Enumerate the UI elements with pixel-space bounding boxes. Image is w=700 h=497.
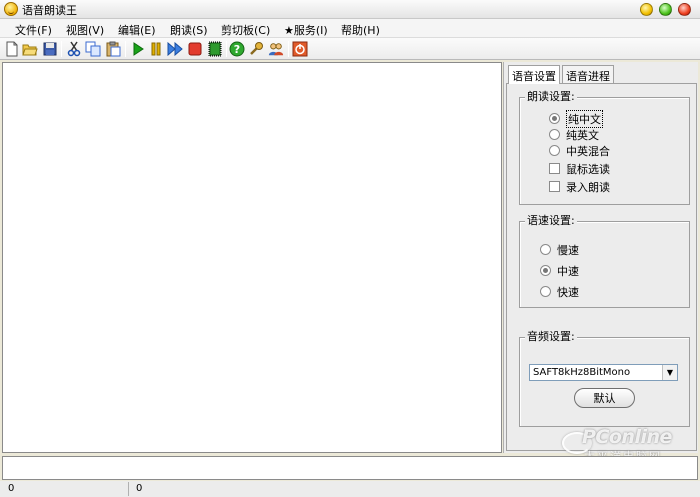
stop-icon[interactable] — [187, 41, 203, 57]
new-file-icon[interactable] — [4, 41, 20, 57]
speed-settings-group: 语速设置: 慢速 中速 快速 — [519, 214, 690, 308]
status-left-value: 0 — [8, 483, 15, 494]
radio-button[interactable] — [540, 244, 551, 255]
tab-voice-settings[interactable]: 语音设置 — [508, 65, 560, 84]
toolbar-separator — [61, 41, 62, 57]
option-slow[interactable]: 慢速 — [540, 242, 579, 257]
radio-button[interactable] — [549, 145, 560, 156]
settings-panel: 语音设置 语音进程 朗读设置: 纯中文 纯英文 中英混合 鼠标选读 录入朗读 语… — [503, 62, 698, 453]
option-input-read[interactable]: 录入朗读 — [549, 179, 610, 194]
option-label: 录入朗读 — [566, 180, 610, 194]
audio-format-select[interactable]: SAFT8kHz8BitMono ▼ — [529, 364, 678, 381]
radio-button[interactable] — [540, 286, 551, 297]
option-label: 快速 — [557, 285, 579, 299]
tab-content: 朗读设置: 纯中文 纯英文 中英混合 鼠标选读 录入朗读 语速设置: 慢速 中速… — [506, 83, 697, 451]
pause-icon[interactable] — [148, 41, 164, 57]
audio-format-value: SAFT8kHz8BitMono — [533, 367, 631, 378]
option-mixed[interactable]: 中英混合 — [549, 143, 610, 158]
menu-read[interactable]: 朗读(S) — [170, 22, 208, 38]
toolbar-separator — [226, 41, 227, 57]
settings-icon[interactable] — [248, 41, 264, 57]
record-icon[interactable] — [207, 41, 223, 57]
chevron-down-icon[interactable]: ▼ — [662, 365, 677, 380]
default-button[interactable]: 默认 — [574, 388, 635, 408]
app-logo-icon — [4, 2, 18, 16]
audio-settings-label: 音频设置: — [525, 330, 577, 344]
tab-voice-process[interactable]: 语音进程 — [562, 65, 614, 83]
option-label: 纯中文 — [566, 109, 603, 128]
checkbox[interactable] — [549, 181, 560, 192]
option-chinese-only[interactable]: 纯中文 — [549, 109, 603, 128]
option-mouse-select-read[interactable]: 鼠标选读 — [549, 161, 610, 176]
copy-icon[interactable] — [85, 41, 101, 57]
radio-button[interactable] — [540, 265, 551, 276]
minimize-button[interactable] — [640, 3, 653, 16]
menu-service[interactable]: ★服务(I) — [284, 22, 328, 38]
menu-view[interactable]: 视图(V) — [66, 22, 104, 38]
toolbar-separator — [288, 41, 289, 57]
status-bar: 0 0 — [0, 481, 700, 497]
paste-icon[interactable] — [105, 41, 121, 57]
radio-button[interactable] — [549, 113, 560, 124]
option-label: 慢速 — [557, 243, 579, 257]
maximize-button[interactable] — [659, 3, 672, 16]
close-button[interactable] — [678, 3, 691, 16]
read-settings-group: 朗读设置: 纯中文 纯英文 中英混合 鼠标选读 录入朗读 — [519, 90, 690, 205]
power-icon[interactable] — [292, 41, 308, 57]
audio-settings-group: 音频设置: SAFT8kHz8BitMono ▼ 默认 — [519, 330, 690, 427]
save-icon[interactable] — [42, 41, 58, 57]
cut-icon[interactable] — [66, 41, 82, 57]
menu-help[interactable]: 帮助(H) — [341, 22, 380, 38]
menu-edit[interactable]: 编辑(E) — [118, 22, 156, 38]
menu-clipboard[interactable]: 剪切板(C) — [221, 22, 270, 38]
users-icon[interactable] — [268, 41, 284, 57]
toolbar: ? — [0, 38, 700, 60]
menu-bar: 文件(F) 视图(V) 编辑(E) 朗读(S) 剪切板(C) ★服务(I) 帮助… — [0, 19, 700, 38]
toolbar-separator — [125, 41, 126, 57]
window-title: 语音朗读王 — [22, 4, 77, 17]
status-divider — [128, 482, 129, 496]
radio-button[interactable] — [549, 129, 560, 140]
option-label: 中速 — [557, 264, 579, 278]
read-settings-label: 朗读设置: — [525, 90, 577, 104]
svg-text:?: ? — [234, 43, 240, 56]
option-fast[interactable]: 快速 — [540, 284, 579, 299]
option-medium[interactable]: 中速 — [540, 263, 579, 278]
option-english-only[interactable]: 纯英文 — [549, 127, 599, 142]
checkbox[interactable] — [549, 163, 560, 174]
text-editor[interactable] — [2, 62, 502, 453]
input-field[interactable] — [2, 456, 698, 480]
title-bar: 语音朗读王 — [0, 0, 700, 19]
play-icon[interactable] — [130, 41, 146, 57]
speed-settings-label: 语速设置: — [525, 214, 577, 228]
help-icon[interactable]: ? — [229, 41, 245, 57]
option-label: 鼠标选读 — [566, 162, 610, 176]
open-folder-icon[interactable] — [22, 41, 38, 57]
fast-forward-icon[interactable] — [167, 41, 183, 57]
option-label: 中英混合 — [566, 144, 610, 158]
option-label: 纯英文 — [566, 128, 599, 142]
status-right-value: 0 — [136, 483, 143, 494]
menu-file[interactable]: 文件(F) — [15, 22, 52, 38]
